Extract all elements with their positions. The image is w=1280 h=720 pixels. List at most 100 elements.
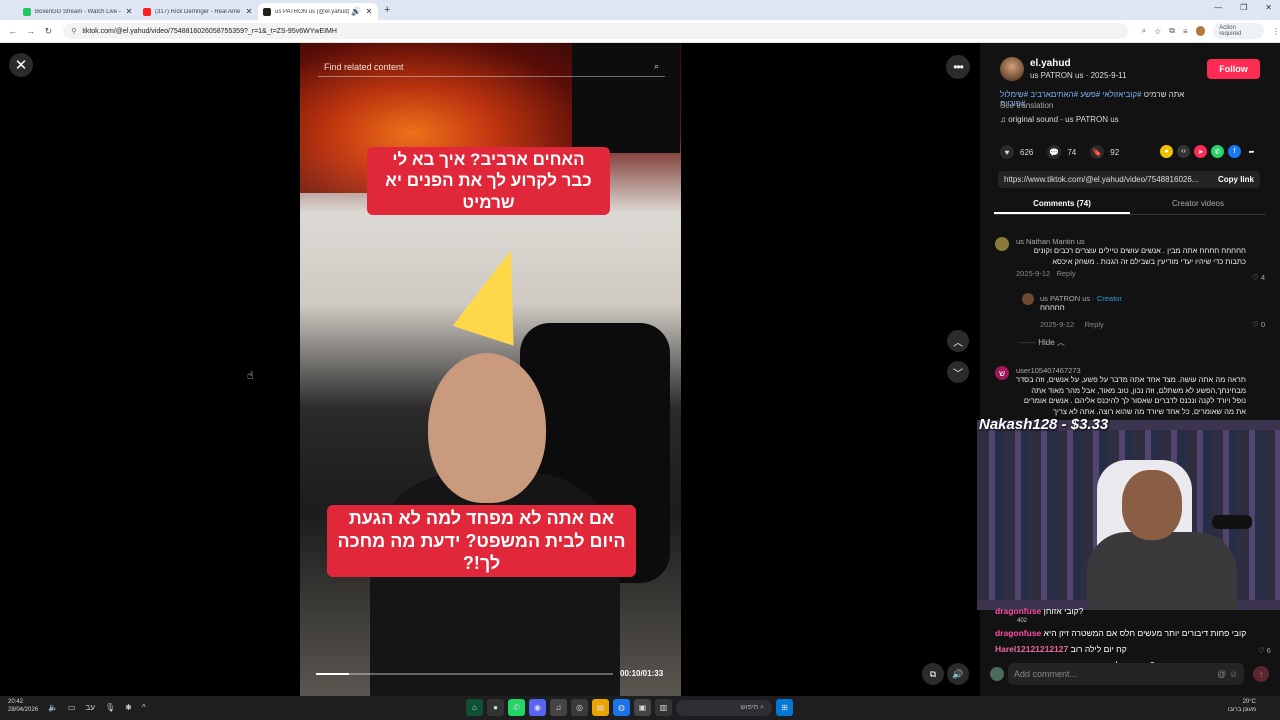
language-icon[interactable]: עב: [86, 703, 95, 712]
comment-icon[interactable]: 💬: [1047, 145, 1062, 159]
follow-button[interactable]: Follow: [1207, 59, 1260, 79]
hide-replies-button[interactable]: —— Hide ︿: [1020, 337, 1065, 348]
related-search-bar[interactable]: Find related content ⌕: [318, 57, 665, 77]
taskbar-search[interactable]: חיפוש ⌕: [676, 699, 772, 716]
tab-tiktok[interactable]: us PATRON us (@el.yahud) 🔊 ✕: [258, 3, 378, 20]
tab-comments[interactable]: Comments (74): [994, 195, 1130, 214]
previous-video-button[interactable]: ︿: [947, 330, 969, 352]
embed-icon[interactable]: ‹›: [1177, 145, 1190, 158]
reply-like[interactable]: ♡ 0: [1252, 320, 1265, 329]
reply-button[interactable]: Reply: [1056, 269, 1075, 278]
close-tab-icon[interactable]: ✕: [365, 7, 373, 16]
whatsapp-app-icon[interactable]: ✆: [508, 699, 525, 716]
app-icon[interactable]: ●: [487, 699, 504, 716]
tab-boxengg[interactable]: BoxenGG Stream - Watch Live - ✕: [18, 3, 138, 20]
zoom-icon[interactable]: ⌕: [1142, 26, 1146, 36]
donation-alert: Nakash128 - $3.33: [979, 416, 1109, 433]
headset-icon[interactable]: ♫: [550, 699, 567, 716]
tab-youtube[interactable]: (317) Rick Derringer - Real Ame ✕: [138, 3, 258, 20]
whatsapp-icon[interactable]: ✆: [1211, 145, 1224, 158]
folder-icon[interactable]: ▤: [592, 699, 609, 716]
speaker-icon[interactable]: 🔈: [48, 703, 58, 712]
chat-badge: 402: [1017, 618, 1028, 624]
comment-like[interactable]: ♡ 6: [1258, 646, 1271, 655]
weather-desc: מעונן ברובו: [1227, 706, 1256, 713]
app3-icon[interactable]: ▥: [655, 699, 672, 716]
network-icon[interactable]: ▭: [68, 703, 76, 712]
heart-icon[interactable]: ♥: [1000, 145, 1014, 159]
media-icon[interactable]: ≡: [1183, 27, 1188, 36]
author-info[interactable]: el.yahud us PATRON us · 2025-9-11: [1000, 57, 1126, 81]
emoji-icon[interactable]: ☺: [1229, 669, 1238, 679]
site-info-icon[interactable]: ⚲: [71, 27, 76, 35]
discord-icon[interactable]: ◉: [529, 699, 546, 716]
audio-icon[interactable]: 🔊: [351, 7, 361, 16]
comment-input[interactable]: Add comment... @ ☺: [1008, 663, 1244, 685]
search-icon[interactable]: ⌕: [654, 61, 659, 72]
reply-avatar[interactable]: [1022, 293, 1034, 305]
creator-badge: · Creator: [1092, 294, 1122, 303]
comment-like[interactable]: ♡ 4: [1252, 273, 1265, 282]
close-video-button[interactable]: ✕: [9, 53, 33, 77]
volume-icon[interactable]: 🔊: [947, 663, 969, 685]
music-info[interactable]: ♫ original sound - us PATRON us: [1000, 115, 1119, 124]
app2-icon[interactable]: ▣: [634, 699, 651, 716]
send-comment-button[interactable]: ↑: [1253, 666, 1269, 682]
bluetooth-icon[interactable]: ✱: [125, 703, 132, 712]
more-options-button[interactable]: •••: [946, 55, 970, 79]
extensions-icon[interactable]: ⧉: [1169, 26, 1175, 36]
video-link[interactable]: https://www.tiktok.com/@el.yahud/video/7…: [1004, 175, 1204, 184]
commenter-avatar[interactable]: ש: [995, 366, 1009, 380]
comment-username[interactable]: us Nathan Mantin us: [1016, 237, 1246, 246]
bookmark-star-icon[interactable]: ☆: [1154, 27, 1161, 36]
commenter-avatar[interactable]: [995, 237, 1009, 251]
terminal-icon[interactable]: ⌂: [466, 699, 483, 716]
send-to-friends-icon[interactable]: ➤: [1194, 145, 1207, 158]
clock[interactable]: 20:42 28/04/2026: [8, 699, 38, 715]
profile-avatar[interactable]: [1195, 26, 1206, 36]
new-tab-icon[interactable]: +: [384, 4, 390, 16]
steam-icon[interactable]: ◎: [571, 699, 588, 716]
author-username[interactable]: el.yahud: [1030, 58, 1126, 69]
close-tab-icon[interactable]: ✕: [125, 7, 133, 16]
mic-icon[interactable]: 🎙: [105, 703, 115, 712]
video-progress-bar[interactable]: [316, 673, 613, 675]
reload-icon[interactable]: ↻: [39, 26, 57, 37]
url-field[interactable]: ⚲ tiktok.com/@el.yahud/video/75488160260…: [63, 23, 1128, 39]
window-controls: — ❐ ✕: [1214, 3, 1272, 12]
related-search-placeholder: Find related content: [324, 61, 404, 72]
copy-link-button[interactable]: Copy link: [1218, 175, 1254, 184]
see-translation-link[interactable]: See translation: [1000, 101, 1053, 110]
reply-item: us PATRON us · Creator חחחחח 2025-9-12 R…: [1040, 294, 1240, 329]
author-avatar[interactable]: [1000, 57, 1024, 81]
input-icons: @ ☺: [1217, 669, 1238, 679]
reply-username[interactable]: us PATRON us: [1040, 294, 1090, 303]
weather-temp: 20°C: [1242, 699, 1256, 705]
floating-player-icon[interactable]: ⧉: [922, 663, 944, 685]
chrome-icon[interactable]: ◍: [613, 699, 630, 716]
menu-icon[interactable]: ⋮: [1272, 27, 1280, 36]
facebook-icon[interactable]: f: [1228, 145, 1241, 158]
mention-icon[interactable]: @: [1217, 669, 1226, 679]
minimize-icon[interactable]: —: [1214, 3, 1222, 12]
maximize-icon[interactable]: ❐: [1240, 3, 1247, 12]
comment-like-count: 4: [1260, 273, 1265, 282]
reply-meta: 2025-9-12 Reply: [1040, 320, 1240, 329]
tab-creator-videos[interactable]: Creator videos: [1130, 195, 1266, 214]
video-player[interactable]: [300, 43, 681, 696]
forward-icon[interactable]: →: [22, 26, 40, 36]
windows-start-icon[interactable]: ⊞: [776, 699, 793, 716]
coin-icon[interactable]: ●: [1160, 145, 1173, 158]
next-video-button[interactable]: ﹀: [947, 361, 969, 383]
close-window-icon[interactable]: ✕: [1265, 3, 1272, 12]
comment-username[interactable]: user105407467273: [1016, 366, 1246, 375]
back-icon[interactable]: ←: [4, 26, 22, 36]
reply-button[interactable]: Reply: [1085, 320, 1104, 329]
youtube-favicon-icon: [143, 7, 151, 16]
action-required-button[interactable]: Action required: [1213, 23, 1264, 39]
tray-expand-icon[interactable]: ^: [142, 703, 146, 712]
weather-widget[interactable]: 20°C מעונן ברובו: [1228, 699, 1256, 715]
share-arrow-icon[interactable]: ➦: [1245, 145, 1258, 158]
close-tab-icon[interactable]: ✕: [245, 7, 253, 16]
bookmark-icon[interactable]: 🔖: [1090, 145, 1105, 159]
